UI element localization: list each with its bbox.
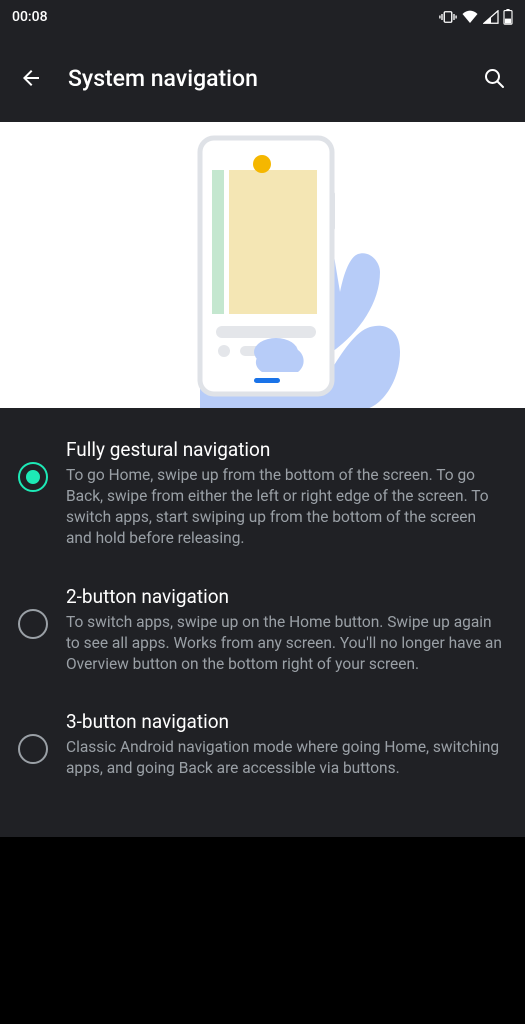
phone-gesture-illustration (0, 122, 525, 408)
page-title: System navigation (68, 65, 457, 92)
option-fully-gestural[interactable]: Fully gestural navigation To go Home, sw… (0, 420, 525, 567)
navigation-illustration (0, 122, 525, 408)
radio-two-button[interactable] (18, 609, 48, 639)
option-title: 2-button navigation (66, 585, 503, 608)
battery-icon (503, 9, 513, 25)
search-button[interactable] (481, 65, 507, 91)
cell-signal-icon (483, 10, 499, 24)
option-text: 3-button navigation Classic Android navi… (66, 710, 503, 779)
screen-root: 00:08 (0, 0, 525, 1024)
option-text: 2-button navigation To switch apps, swip… (66, 585, 503, 675)
option-title: 3-button navigation (66, 710, 503, 733)
status-bar: 00:08 (0, 0, 525, 34)
navigation-options-list: Fully gestural navigation To go Home, sw… (0, 408, 525, 837)
option-description: Classic Android navigation mode where go… (66, 737, 503, 779)
status-icons (439, 9, 513, 25)
status-time: 00:08 (12, 9, 48, 25)
vibrate-icon (439, 10, 457, 24)
back-button[interactable] (18, 65, 44, 91)
search-icon (482, 66, 506, 90)
radio-three-button[interactable] (18, 734, 48, 764)
option-title: Fully gestural navigation (66, 438, 503, 461)
option-text: Fully gestural navigation To go Home, sw… (66, 438, 503, 549)
app-bar: System navigation (0, 34, 525, 122)
option-three-button[interactable]: 3-button navigation Classic Android navi… (0, 692, 525, 797)
option-description: To go Home, swipe up from the bottom of … (66, 465, 503, 549)
option-description: To switch apps, swipe up on the Home but… (66, 612, 503, 675)
arrow-back-icon (19, 66, 43, 90)
radio-fully-gestural[interactable] (18, 462, 48, 492)
wifi-icon (461, 10, 479, 24)
system-nav-bar[interactable] (0, 990, 525, 1024)
option-two-button[interactable]: 2-button navigation To switch apps, swip… (0, 567, 525, 693)
